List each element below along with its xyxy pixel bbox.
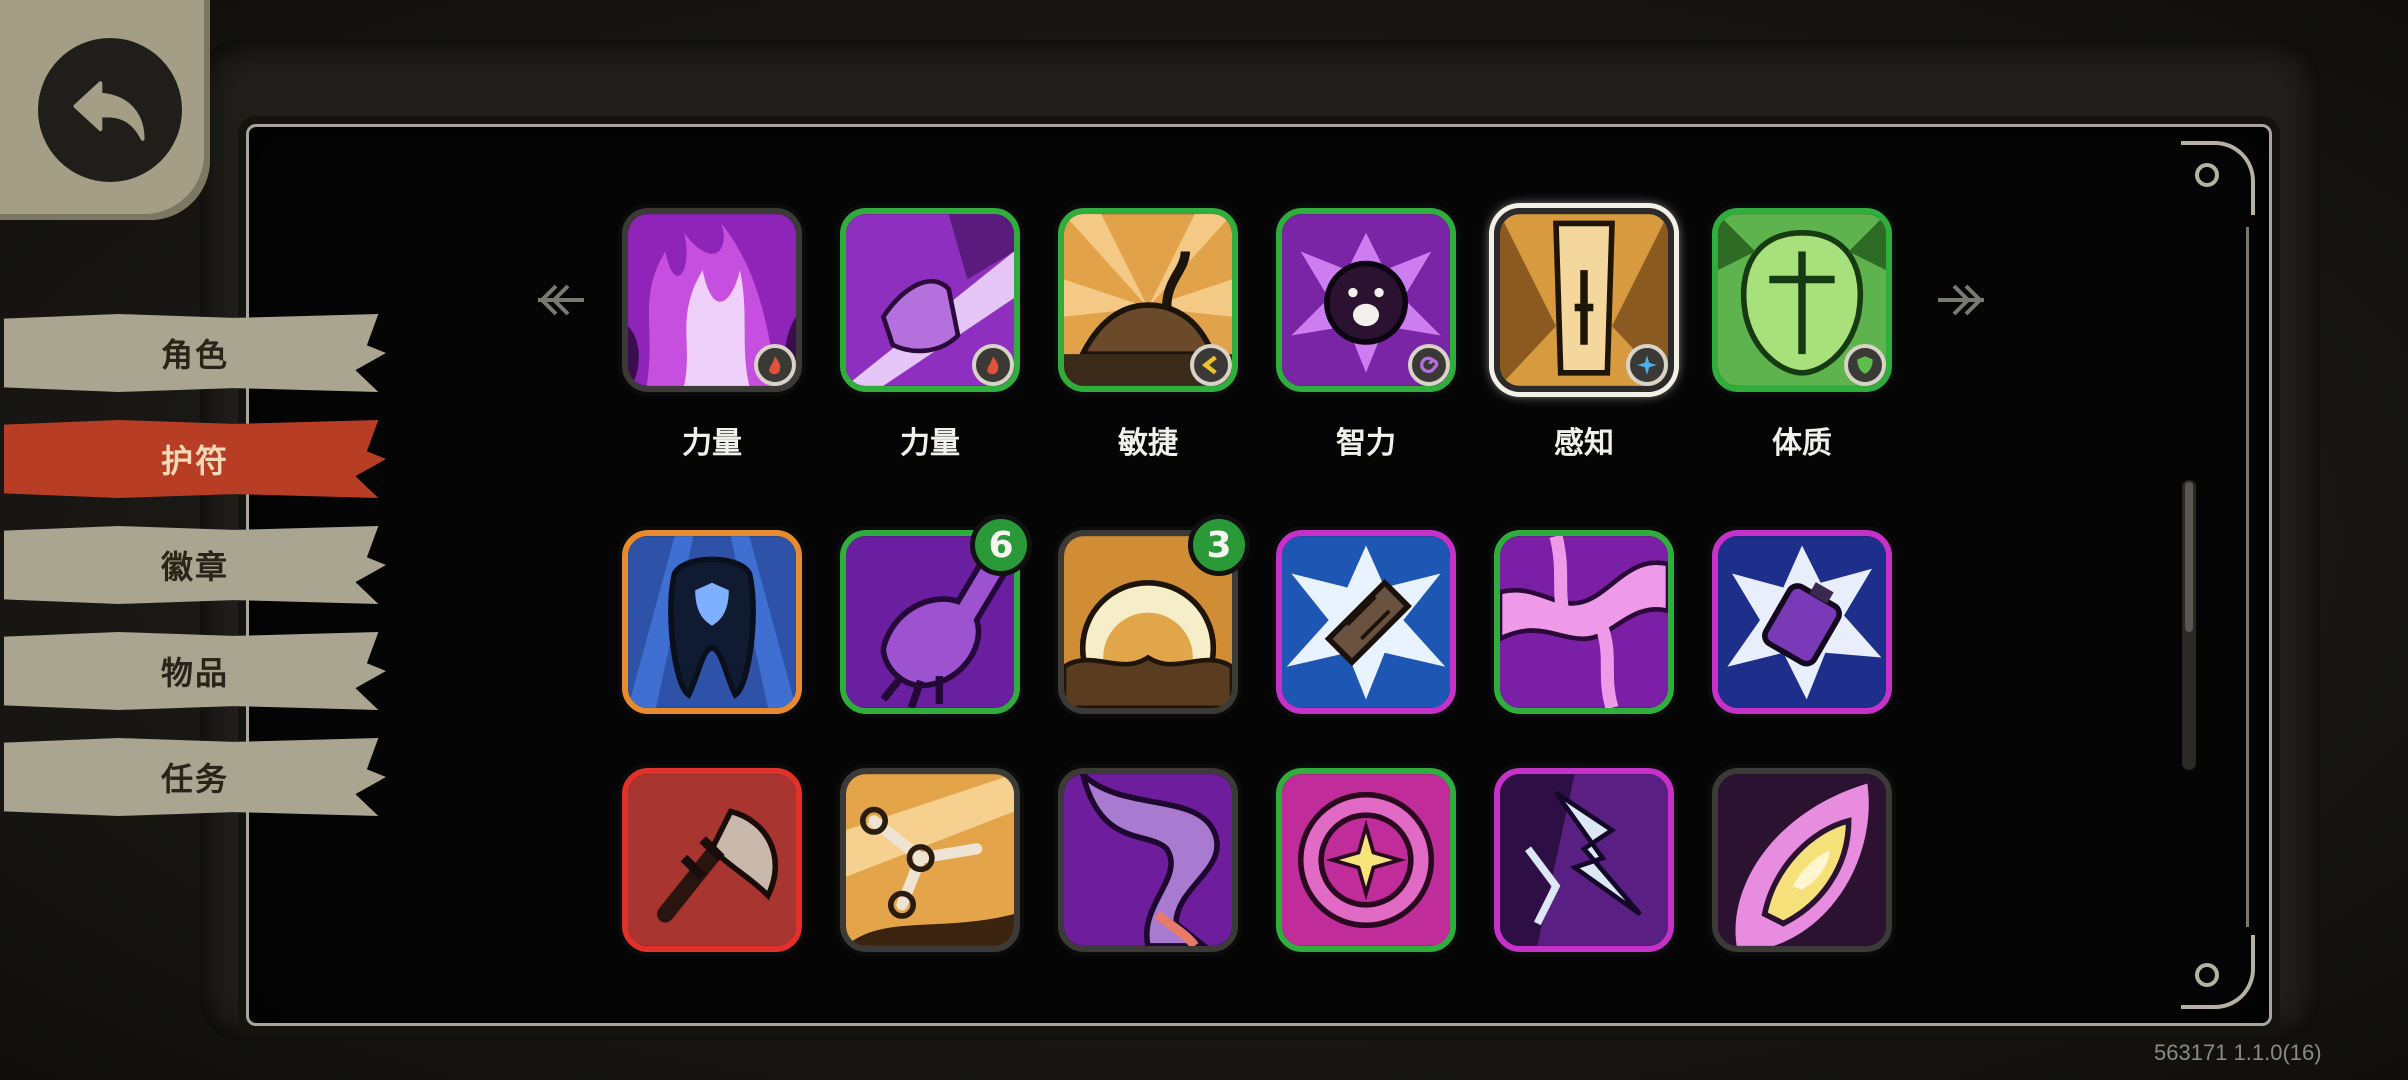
intellect-swirl-icon [1408, 344, 1450, 386]
stat-slot-agility[interactable]: 敏捷 [1058, 208, 1238, 461]
stat-slot-perception[interactable]: 感知 [1494, 208, 1674, 461]
stat-slot-intellect[interactable]: 智力 [1276, 208, 1456, 461]
charm-slot[interactable] [1276, 530, 1456, 714]
charm-slot[interactable] [622, 768, 802, 952]
page-right-arrow-icon[interactable] [1936, 280, 2006, 320]
stat-slot-constitution[interactable]: 体质 [1712, 208, 1892, 461]
charm-slot[interactable] [1276, 768, 1456, 952]
battle-axe-icon [622, 768, 802, 952]
charm-slot[interactable] [1712, 768, 1892, 952]
pink-veins-icon [1494, 530, 1674, 714]
stat-slot-strength[interactable]: 力量 [622, 208, 802, 461]
stat-label: 感知 [1554, 426, 1614, 461]
tab-charms[interactable]: 护符 [4, 420, 386, 498]
tab-items[interactable]: 物品 [4, 632, 386, 710]
corner-ornament-icon [2181, 935, 2255, 1009]
stat-label: 力量 [900, 426, 960, 461]
stat-label: 力量 [682, 426, 742, 461]
charm-slot[interactable]: 6 [840, 514, 1032, 714]
charm-count-badge: 3 [1188, 514, 1250, 576]
inventory-panel [246, 124, 2272, 1026]
page-left-arrow-icon[interactable] [516, 280, 586, 320]
stat-slot-strength-2[interactable]: 力量 [840, 208, 1020, 461]
strength-flame-icon [754, 344, 796, 386]
pink-star-orb-icon [1276, 768, 1456, 952]
strength-flame-icon [972, 344, 1014, 386]
purple-tentacle-icon [1058, 768, 1238, 952]
charm-slot[interactable] [840, 768, 1020, 952]
panel-divider [2246, 227, 2249, 927]
tab-label: 护符 [160, 442, 229, 480]
back-button[interactable] [0, 0, 210, 220]
chain-links-icon [840, 768, 1020, 952]
perception-star-icon [1626, 344, 1668, 386]
charm-slot[interactable]: 3 [1058, 514, 1250, 714]
agility-chevron-icon [1190, 344, 1232, 386]
charm-count-badge: 6 [970, 514, 1032, 576]
stat-label: 体质 [1772, 426, 1832, 461]
charm-slot[interactable] [1712, 530, 1892, 714]
potion-burst-icon [1712, 530, 1892, 714]
tab-quests[interactable]: 任务 [4, 738, 386, 816]
tab-badges[interactable]: 徽章 [4, 526, 386, 604]
golden-eye-flame-icon [1712, 768, 1892, 952]
tab-label: 角色 [160, 336, 229, 374]
constitution-shield-icon [1844, 344, 1886, 386]
stat-label: 敏捷 [1118, 426, 1178, 461]
version-text: 563171 1.1.0(16) [2154, 1040, 2322, 1065]
tab-label: 徽章 [160, 548, 229, 586]
crystal-burst-icon [1276, 530, 1456, 714]
scrollbar-thumb[interactable] [2185, 482, 2193, 632]
lightning-claw-icon [1494, 768, 1674, 952]
stat-label: 智力 [1336, 426, 1396, 461]
tab-label: 物品 [160, 654, 229, 692]
tab-role[interactable]: 角色 [4, 314, 386, 392]
back-arrow-icon [38, 38, 182, 182]
charm-slot[interactable] [622, 530, 802, 714]
corner-ornament-icon [2181, 141, 2255, 215]
charm-slot[interactable] [1494, 530, 1674, 714]
blue-tooth-shield-icon [622, 530, 802, 714]
charm-slot[interactable] [1494, 768, 1674, 952]
charm-slot[interactable] [1058, 768, 1238, 952]
tab-label: 任务 [160, 760, 229, 798]
